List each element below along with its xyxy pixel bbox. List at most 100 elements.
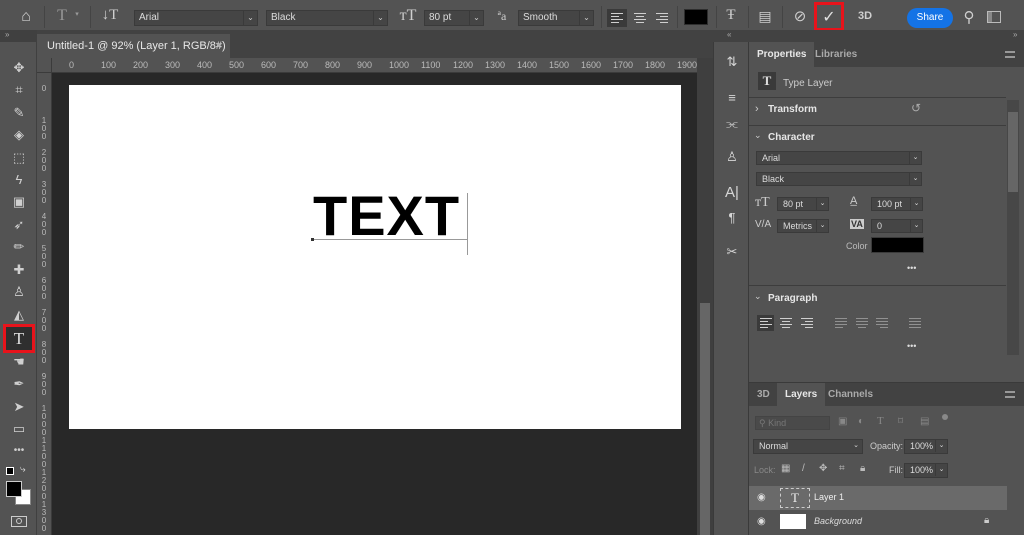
character-font-family-select[interactable]: Arial ⌄ bbox=[756, 151, 922, 165]
text-color-swatch[interactable] bbox=[684, 9, 708, 25]
properties-scrollbar-thumb[interactable] bbox=[1008, 112, 1018, 192]
properties-scrollbar[interactable] bbox=[1007, 100, 1019, 355]
visibility-eye-icon[interactable]: ◉ bbox=[757, 516, 766, 527]
tools-panel-icon[interactable]: ✂ bbox=[721, 242, 743, 262]
visibility-eye-icon[interactable]: ◉ bbox=[757, 492, 766, 503]
reset-transform-icon[interactable]: ↺ bbox=[911, 101, 921, 115]
antialias-select[interactable]: Smooth ⌄ bbox=[518, 10, 594, 26]
clone-stamp-tool-icon[interactable]: ♙ bbox=[8, 282, 30, 302]
paragraph-section-title[interactable]: Paragraph bbox=[768, 293, 817, 304]
character-panel-icon[interactable]: A| bbox=[721, 183, 743, 203]
brush-settings-icon[interactable]: ≡ bbox=[721, 88, 743, 108]
lock-transparent-icon[interactable]: ▦ bbox=[781, 463, 790, 474]
transform-section-title[interactable]: Transform bbox=[768, 104, 817, 115]
crop-tool-icon[interactable]: ⌗ bbox=[8, 80, 30, 100]
search-icon[interactable]: ⚲ bbox=[960, 8, 978, 26]
move-tool-icon[interactable]: ✥ bbox=[8, 58, 30, 78]
justify-last-center-button[interactable] bbox=[854, 316, 870, 330]
chevron-right-icon[interactable]: › bbox=[755, 103, 759, 115]
quick-mask-icon[interactable] bbox=[11, 516, 27, 527]
align-center-button[interactable] bbox=[631, 9, 649, 27]
default-colors-icon[interactable] bbox=[6, 467, 14, 475]
paint-bucket-tool-icon[interactable]: ◈ bbox=[8, 125, 30, 145]
character-section-title[interactable]: Character bbox=[768, 132, 815, 143]
lock-artboard-icon[interactable]: ⌗ bbox=[839, 463, 845, 474]
filter-type-icon[interactable]: T bbox=[877, 415, 884, 427]
tab-3d[interactable]: 3D bbox=[749, 383, 778, 406]
character-color-swatch[interactable] bbox=[871, 237, 924, 253]
fill-input[interactable]: 100% ⌄ bbox=[904, 463, 948, 478]
tracking-select[interactable]: 0 ⌄ bbox=[871, 219, 923, 233]
marquee-tool-icon[interactable]: ⬚ bbox=[8, 148, 30, 168]
lock-position-icon[interactable]: ✥ bbox=[819, 463, 827, 474]
ruler-origin[interactable] bbox=[37, 58, 52, 73]
pen-tool-icon[interactable]: ✒ bbox=[8, 374, 30, 394]
more-tools-icon[interactable]: ••• bbox=[8, 441, 30, 461]
collapse-toolbar-button[interactable]: » bbox=[0, 30, 36, 42]
layer-name[interactable]: Background bbox=[814, 516, 862, 526]
filter-adjustment-icon[interactable]: ◐ bbox=[858, 416, 864, 427]
tab-layers[interactable]: Layers bbox=[777, 383, 826, 406]
paragraph-panel-icon[interactable]: ¶ bbox=[721, 208, 743, 228]
text-layer-content[interactable]: TEXT bbox=[313, 188, 460, 244]
layer-filter-kind-select[interactable]: ⚲ Kind bbox=[755, 416, 830, 430]
document-canvas[interactable]: TEXT bbox=[69, 85, 681, 429]
rectangle-tool-icon[interactable]: ▭ bbox=[8, 419, 30, 439]
tab-properties[interactable]: Properties bbox=[749, 42, 815, 67]
chevron-down-icon[interactable]: ▾ bbox=[72, 10, 82, 18]
filter-pixel-icon[interactable]: ▣ bbox=[838, 416, 847, 427]
character-panel-icon[interactable]: ▤ bbox=[756, 8, 774, 25]
share-button[interactable]: Share bbox=[907, 8, 953, 28]
leading-select[interactable]: 100 pt ⌄ bbox=[871, 197, 923, 211]
character-font-size-select[interactable]: 80 pt ⌄ bbox=[777, 197, 829, 211]
font-style-select[interactable]: Black ⌄ bbox=[266, 10, 388, 26]
canvas-vertical-scrollbar[interactable] bbox=[697, 58, 713, 535]
blend-mode-select[interactable]: Normal ⌄ bbox=[753, 439, 863, 454]
opacity-input[interactable]: 100% ⌄ bbox=[904, 439, 948, 454]
eyedropper-tool-icon[interactable]: ✎ bbox=[8, 103, 30, 123]
filter-shape-icon[interactable]: ⌑ bbox=[898, 416, 903, 427]
object-selection-tool-icon[interactable]: ▣ bbox=[8, 192, 30, 212]
commit-button[interactable]: ✓ bbox=[814, 2, 844, 31]
paragraph-align-left-button[interactable] bbox=[757, 315, 774, 331]
workspace-icon[interactable] bbox=[987, 11, 1001, 23]
font-family-select[interactable]: Arial ⌄ bbox=[134, 10, 258, 26]
3d-mode-button[interactable]: 3D bbox=[854, 10, 876, 22]
justify-last-right-button[interactable] bbox=[874, 316, 890, 330]
history-panel-icon[interactable]: ⇅ bbox=[721, 52, 743, 72]
panel-menu-icon[interactable] bbox=[1005, 51, 1015, 58]
clone-source-icon[interactable]: ♙ bbox=[721, 147, 743, 167]
expand-dock-icon[interactable]: » bbox=[1013, 30, 1017, 39]
path-selection-tool-icon[interactable]: ➤ bbox=[8, 397, 30, 417]
font-size-select[interactable]: 80 pt ⌄ bbox=[424, 10, 484, 26]
layer-row[interactable]: ◉ T Layer 1 bbox=[749, 486, 1007, 510]
foreground-color-swatch[interactable] bbox=[6, 481, 22, 497]
document-tab[interactable]: Untitled-1 @ 92% (Layer 1, RGB/8#) × bbox=[37, 34, 230, 58]
align-left-button[interactable] bbox=[607, 9, 627, 27]
text-orientation-icon[interactable]: ↓T bbox=[100, 7, 120, 24]
character-more-button[interactable]: ••• bbox=[907, 263, 916, 273]
smudge-tool-icon[interactable]: ☚ bbox=[8, 352, 30, 372]
healing-brush-tool-icon[interactable]: ✚ bbox=[8, 260, 30, 280]
layer-row[interactable]: ◉ Background 🔒︎ bbox=[749, 510, 1007, 534]
justify-all-button[interactable] bbox=[907, 316, 923, 330]
character-font-style-select[interactable]: Black ⌄ bbox=[756, 172, 922, 186]
tool-preset-icon[interactable]: T bbox=[54, 7, 70, 25]
paragraph-more-button[interactable]: ••• bbox=[907, 341, 916, 351]
eraser-tool-icon[interactable]: ◭ bbox=[8, 305, 30, 325]
adjustments-panel-icon[interactable]: ⫘ bbox=[721, 114, 743, 134]
lock-image-icon[interactable]: / bbox=[802, 463, 805, 474]
paragraph-align-right-button[interactable] bbox=[799, 316, 815, 330]
kerning-select[interactable]: Metrics ⌄ bbox=[777, 219, 829, 233]
scrollbar-thumb[interactable] bbox=[700, 303, 710, 535]
warp-text-icon[interactable]: Ŧ bbox=[722, 7, 740, 24]
collapse-dock-icon[interactable]: « bbox=[727, 30, 731, 39]
horizontal-ruler[interactable]: 0 100 200 300 400 500 600 700 800 900 1000 1100 1200… bbox=[52, 58, 697, 73]
lasso-tool-icon[interactable]: ϟ bbox=[8, 170, 30, 190]
filter-toggle-icon[interactable] bbox=[942, 414, 948, 420]
close-tab-icon[interactable]: × bbox=[216, 34, 222, 58]
vertical-ruler[interactable]: 0 100 200 300 400 500 600 700 800 900 1000 1100 1200… bbox=[37, 73, 52, 535]
type-tool-button[interactable]: T bbox=[3, 324, 35, 353]
paragraph-align-center-button[interactable] bbox=[778, 316, 794, 330]
lock-all-icon[interactable]: 🔒︎ bbox=[860, 463, 865, 474]
